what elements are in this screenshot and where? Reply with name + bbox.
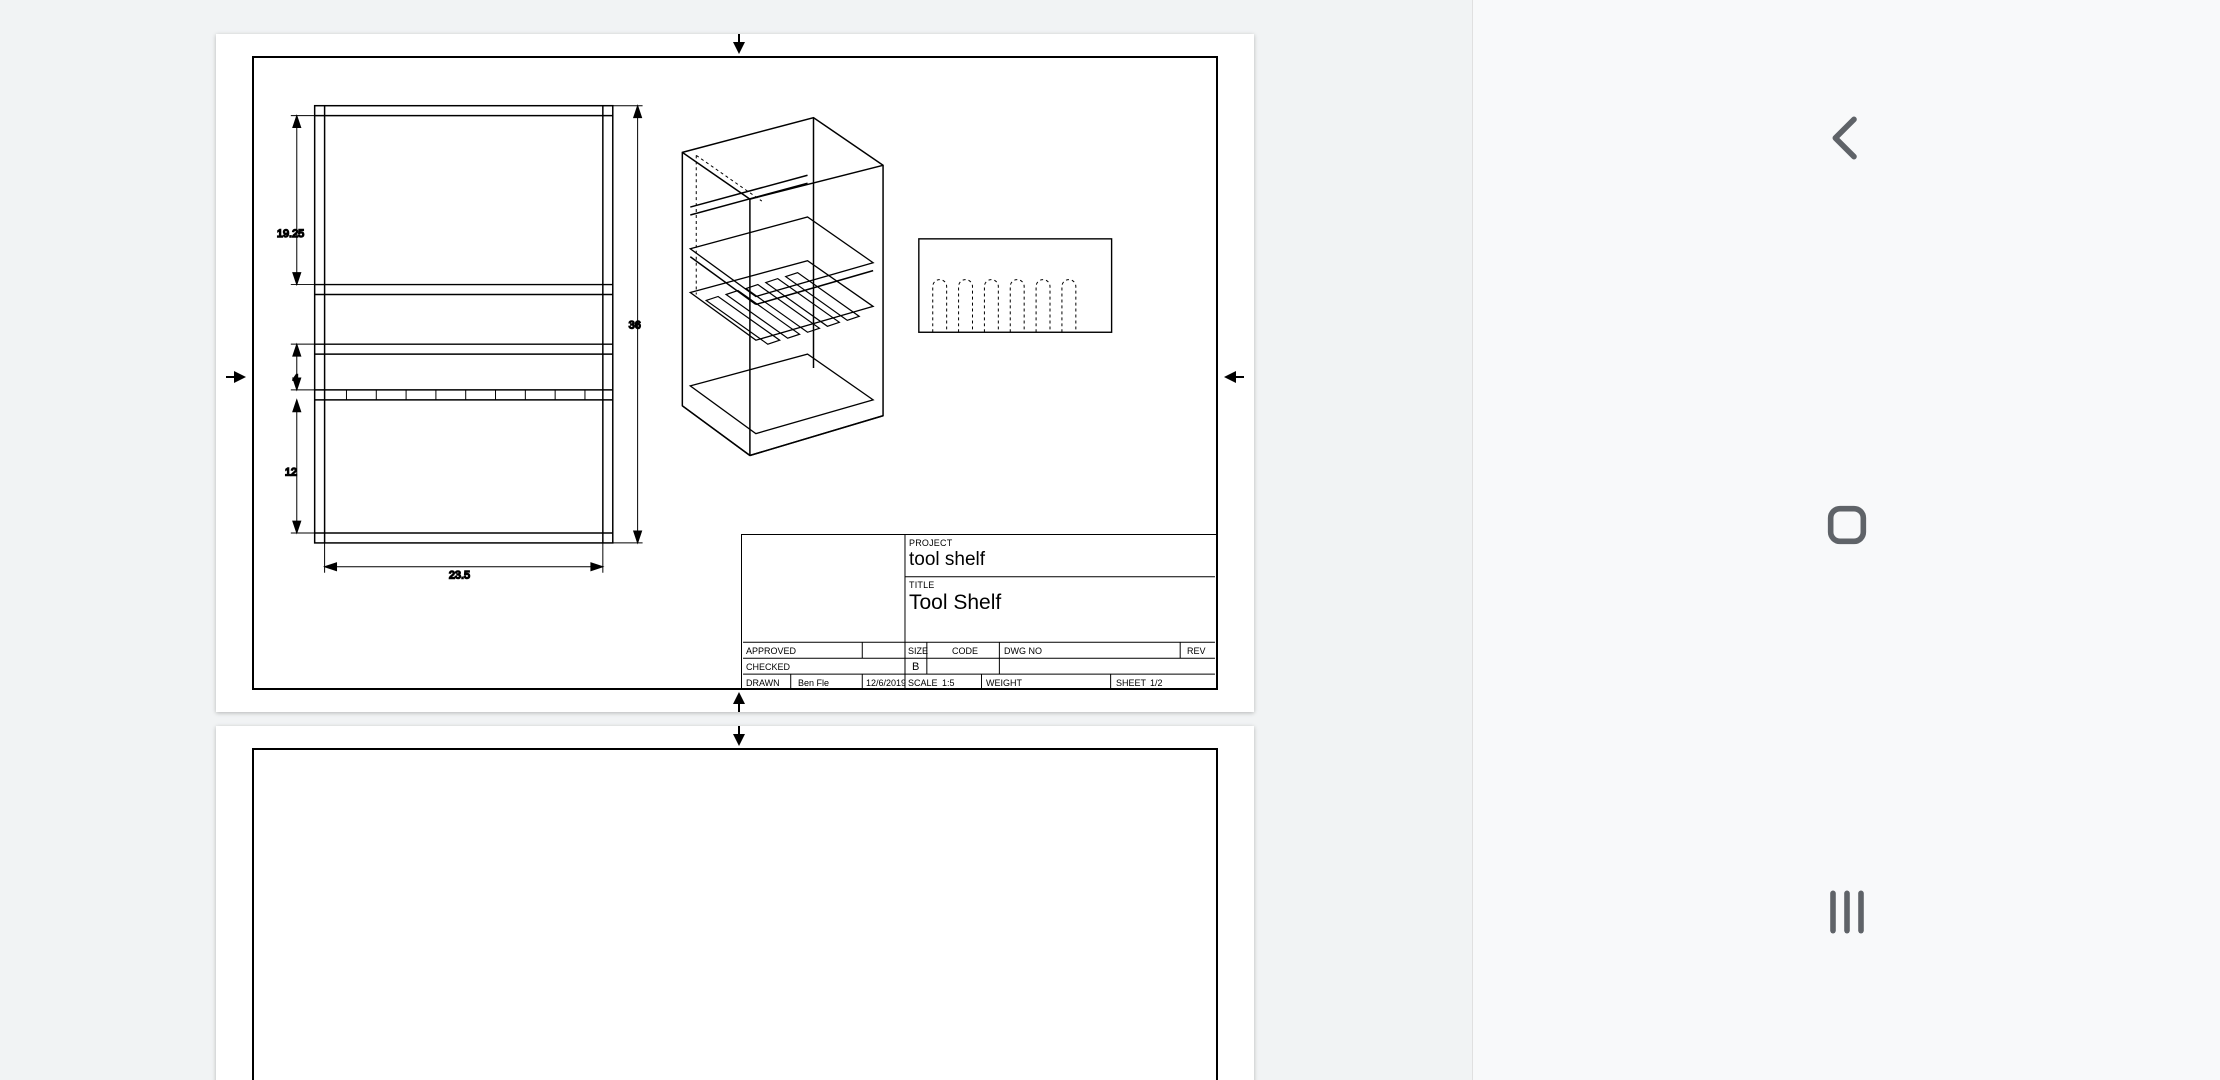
tb-code-label: CODE — [952, 646, 978, 656]
centering-mark-left-icon — [234, 371, 246, 383]
isometric-view — [682, 118, 883, 456]
dim-height-total: 36 — [629, 319, 641, 331]
tb-drawn-name: Ben Fle — [798, 678, 829, 688]
tb-drawn-date: 12/6/2019 — [866, 678, 906, 688]
centering-mark-bottom-icon — [733, 692, 745, 704]
tb-sheet-label: SHEET — [1116, 678, 1146, 688]
chevron-left-icon — [1819, 110, 1875, 166]
dim-width: 23.5 — [449, 570, 470, 582]
home-outline-icon — [1819, 497, 1875, 553]
tb-drawn-label: DRAWN — [746, 678, 780, 688]
nav-back-button[interactable] — [1819, 110, 1875, 166]
centering-mark-right-icon — [1224, 371, 1236, 383]
drawing-frame — [252, 748, 1218, 1080]
tb-title-label: TITLE — [909, 580, 935, 590]
tb-weight-label: WEIGHT — [986, 678, 1022, 688]
system-nav-bar — [1472, 0, 2220, 1080]
centering-mark-top-icon — [733, 42, 745, 54]
tb-approved-label: APPROVED — [746, 646, 796, 656]
tb-size-value: B — [912, 661, 919, 673]
tb-scale-label: SCALE — [908, 678, 938, 688]
drawing-sheet-1: 36 23.5 19.25 4 12 — [216, 34, 1254, 712]
tb-dwgno-label: DWG NO — [1004, 646, 1042, 656]
tb-scale-value: 1:5 — [942, 678, 955, 688]
document-viewport[interactable]: 36 23.5 19.25 4 12 — [0, 0, 1472, 1080]
tb-project-label: PROJECT — [909, 538, 952, 548]
recents-icon — [1819, 884, 1875, 940]
detail-view — [919, 239, 1112, 332]
dim-height-top: 19.25 — [277, 228, 304, 240]
tb-size-label: SIZE — [908, 646, 928, 656]
tb-sheet-value: 1/2 — [1150, 678, 1163, 688]
nav-home-button[interactable] — [1819, 497, 1875, 553]
title-block: PROJECT tool shelf TITLE Tool Shelf APPR… — [741, 534, 1216, 688]
centering-mark-top-icon — [733, 734, 745, 746]
nav-recents-button[interactable] — [1819, 884, 1875, 940]
dim-height-bot: 12 — [285, 466, 297, 478]
drawing-frame: 36 23.5 19.25 4 12 — [252, 56, 1218, 690]
dim-height-mid: 4 — [293, 373, 299, 385]
tb-rev-label: REV — [1187, 646, 1206, 656]
front-view — [315, 106, 613, 543]
drawing-sheet-2 — [216, 726, 1254, 1080]
tb-project-value: tool shelf — [909, 549, 985, 571]
tb-title-value: Tool Shelf — [909, 591, 1001, 615]
tb-checked-label: CHECKED — [746, 662, 790, 672]
